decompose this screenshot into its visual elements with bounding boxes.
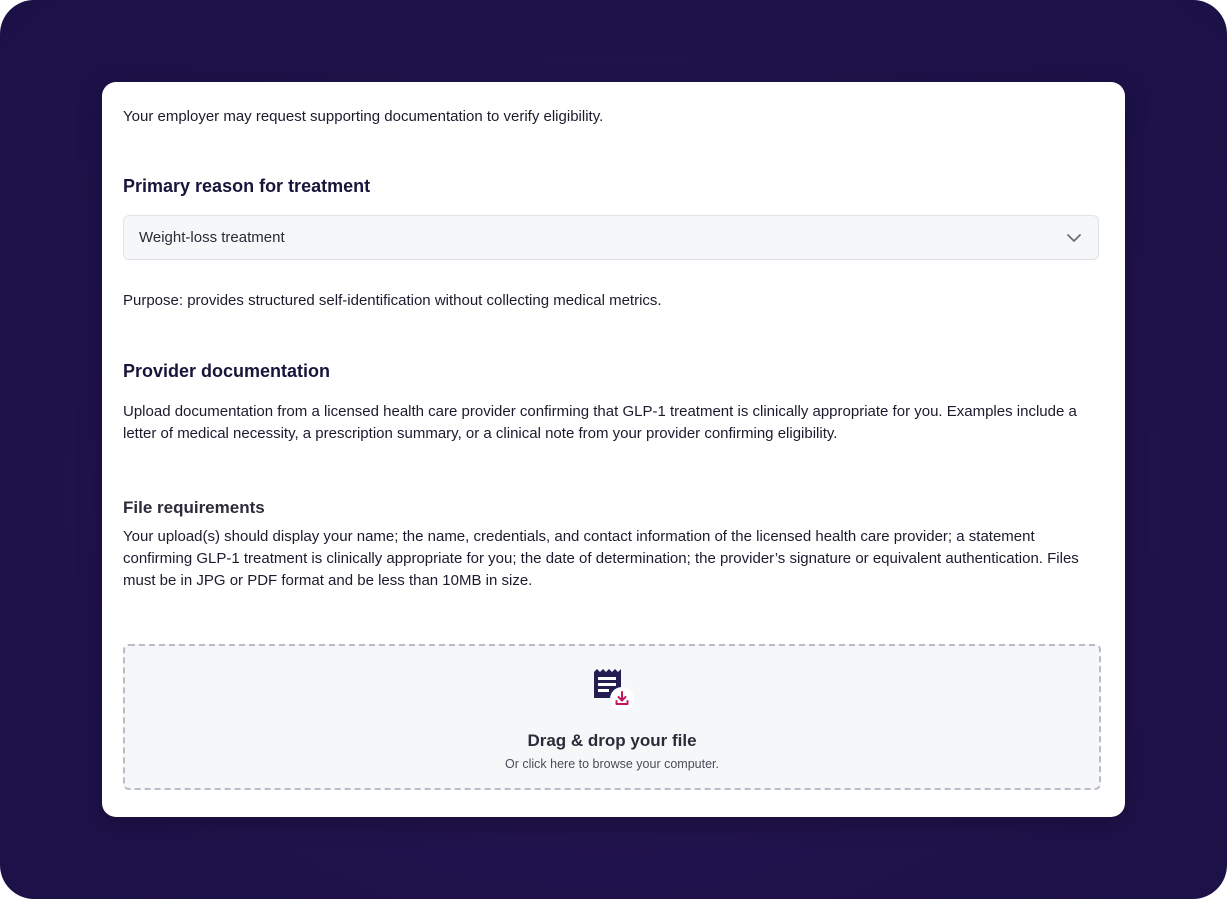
document-download-icon <box>594 669 634 711</box>
app-background: Your employer may request supporting doc… <box>0 0 1227 899</box>
primary-reason-heading: Primary reason for treatment <box>123 176 371 196</box>
form-card: Your employer may request supporting doc… <box>102 82 1125 817</box>
provider-documentation-body: Upload documentation from a licensed hea… <box>123 403 1077 442</box>
file-requirements-heading: File requirements <box>123 498 265 517</box>
file-dropzone[interactable]: Drag & drop your file Or click here to b… <box>123 644 1101 790</box>
file-requirements-body: Your upload(s) should display your name;… <box>123 528 1079 589</box>
purpose-text: Purpose: provides structured self-identi… <box>123 292 662 309</box>
primary-reason-select[interactable]: Weight-loss treatment <box>123 215 1099 260</box>
chevron-down-icon <box>1067 234 1081 242</box>
intro-text: Your employer may request supporting doc… <box>123 108 604 125</box>
dropzone-subtitle[interactable]: Or click here to browse your computer. <box>125 756 1099 772</box>
dropzone-title: Drag & drop your file <box>527 731 697 750</box>
select-value: Weight-loss treatment <box>139 229 285 246</box>
provider-documentation-heading: Provider documentation <box>123 361 331 381</box>
